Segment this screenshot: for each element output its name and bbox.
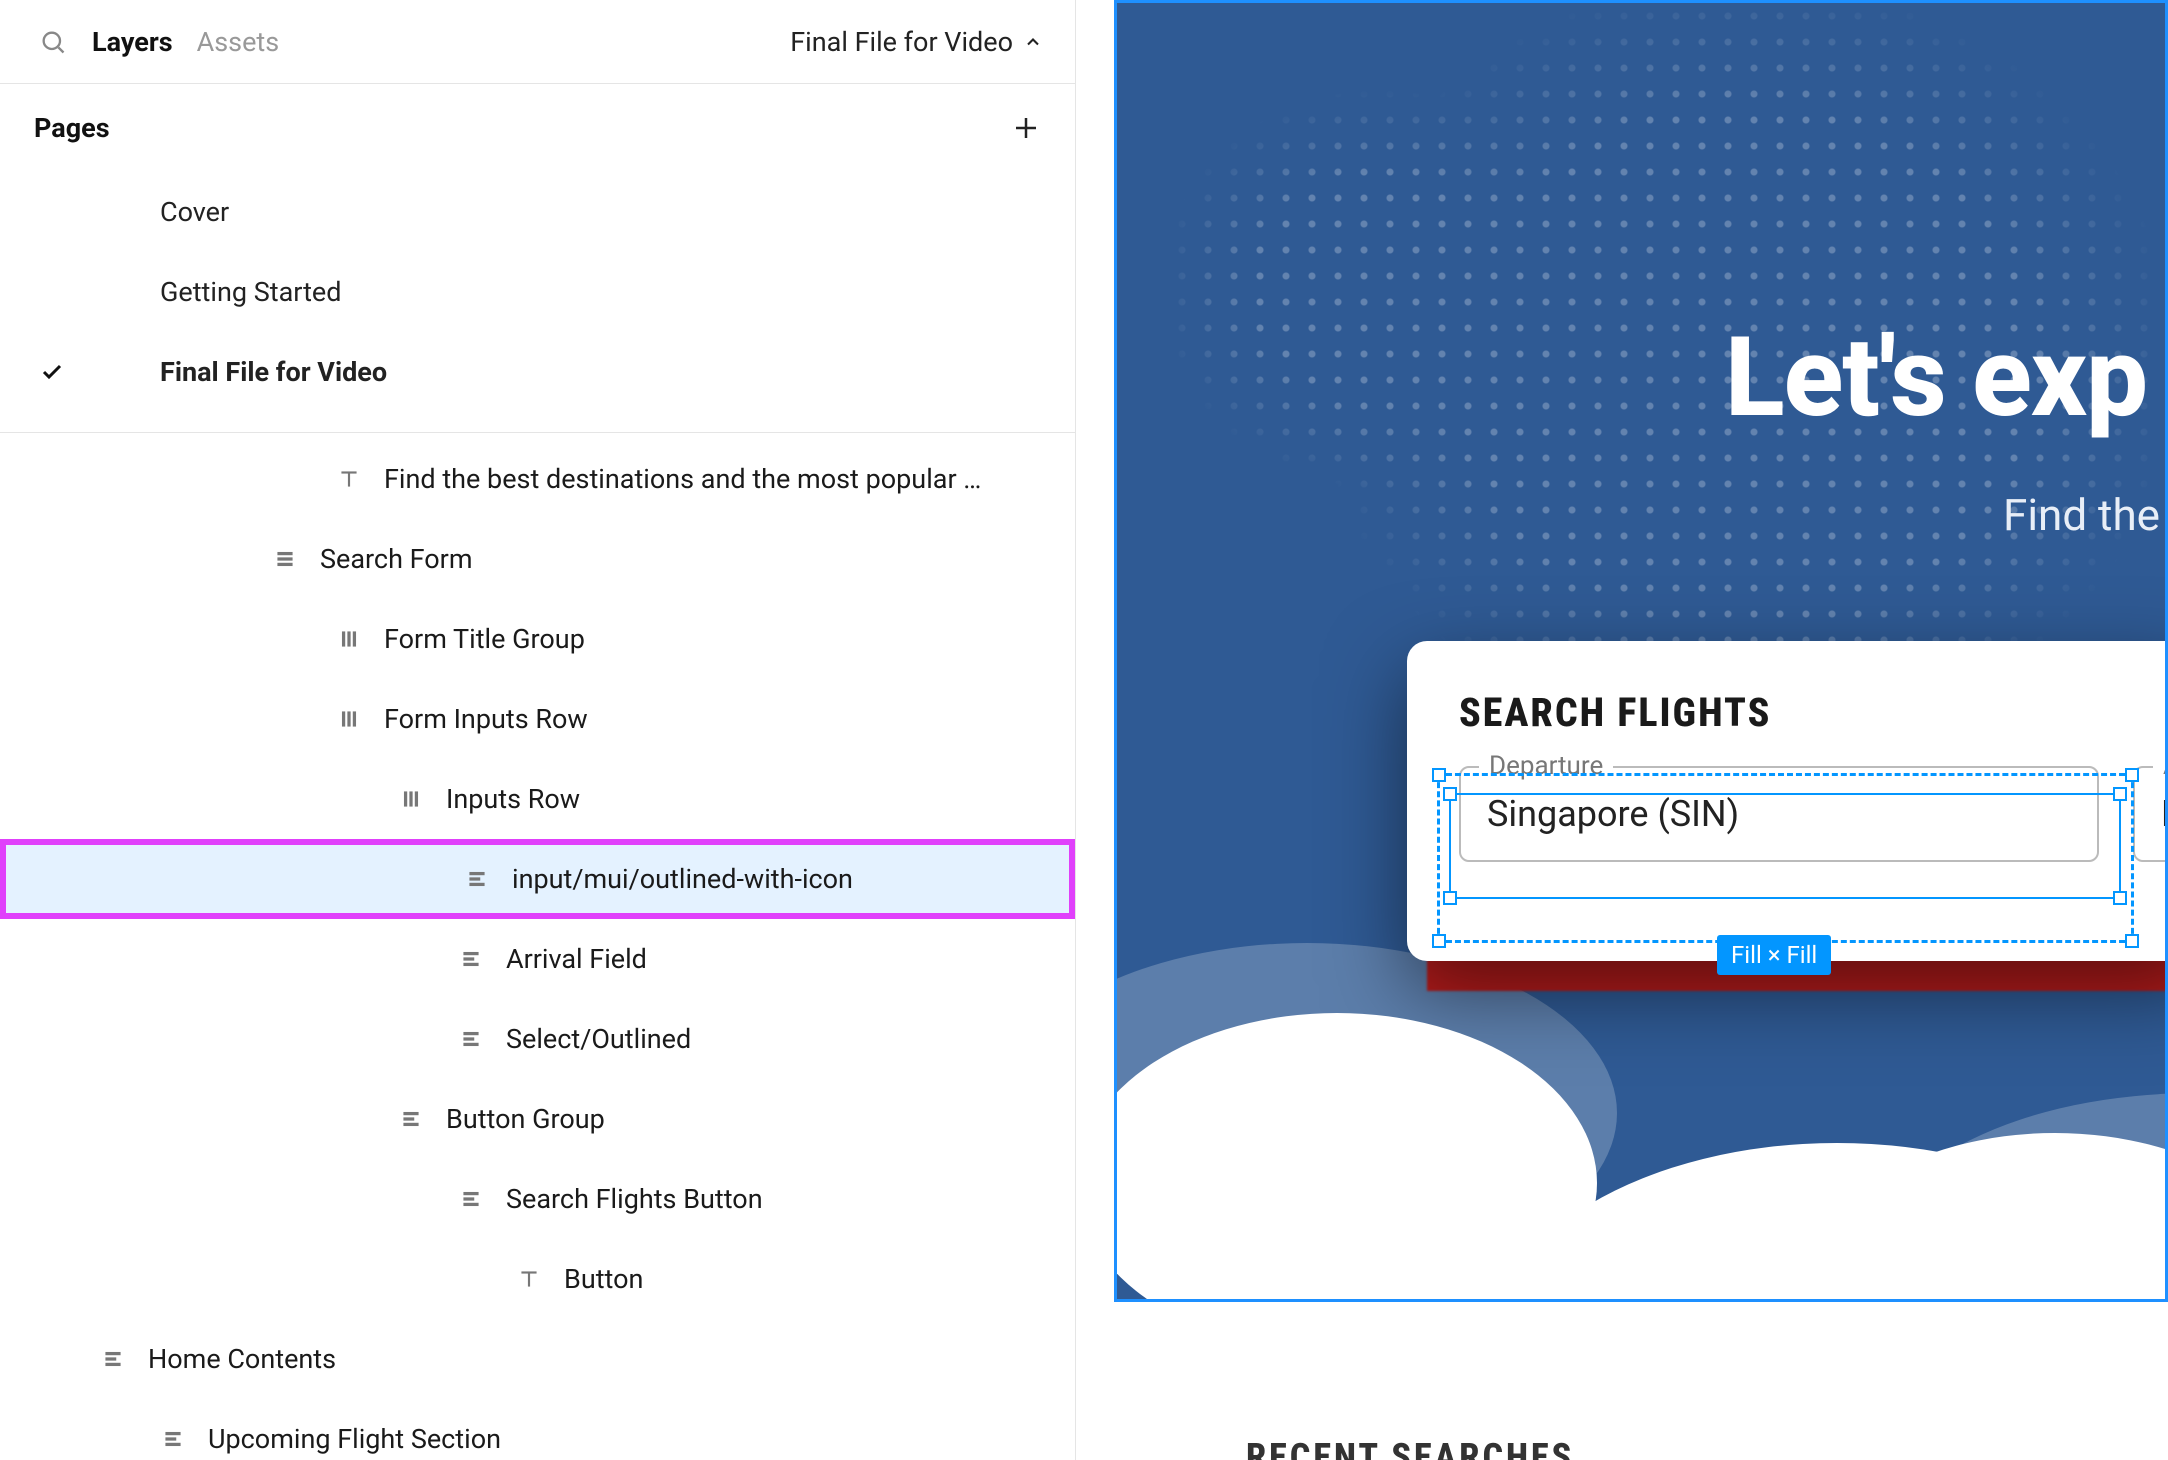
layer-label: input/mui/outlined-with-icon	[512, 863, 853, 895]
stack-layer-icon	[458, 946, 484, 972]
page-item-label: Cover	[102, 196, 229, 228]
hero-subtitle: Find the	[2003, 489, 2165, 541]
layer-label: Search Form	[320, 543, 473, 575]
canvas[interactable]: Let's exp Find the SEARCH FLIGHTS Depart…	[1076, 0, 2168, 1460]
page-item-label: Final File for Video	[102, 356, 387, 388]
layer-row[interactable]: Button Group	[0, 1079, 1075, 1159]
search-card: SEARCH FLIGHTS Departure Singapore (SIN)…	[1407, 641, 2168, 961]
pages-header-label: Pages	[34, 112, 110, 144]
layer-label: Button	[564, 1263, 643, 1295]
layer-label: Inputs Row	[446, 783, 580, 815]
layer-label: Select/Outlined	[506, 1023, 691, 1055]
layer-label: Arrival Field	[506, 943, 647, 975]
layer-row[interactable]: Search Flights Button	[0, 1159, 1075, 1239]
layer-row[interactable]: input/mui/outlined-with-icon	[6, 845, 1069, 913]
layer-label: Home Contents	[148, 1343, 336, 1375]
hero-title: Let's exp	[1725, 313, 2165, 442]
stack-layer-icon	[398, 1106, 424, 1132]
frame-home[interactable]: Let's exp Find the SEARCH FLIGHTS Depart…	[1114, 0, 2168, 1302]
page-item[interactable]: Final File for Video	[0, 332, 1075, 412]
annotation-highlight: input/mui/outlined-with-icon	[0, 839, 1075, 919]
chevron-up-icon	[1023, 32, 1043, 52]
add-page-button[interactable]	[1011, 113, 1041, 143]
file-page-selector-label: Final File for Video	[790, 26, 1013, 58]
stack-layer-icon	[100, 1346, 126, 1372]
layer-row[interactable]: Button	[0, 1239, 1075, 1319]
pages-list: Cover Getting Started Final File for Vid…	[0, 172, 1075, 433]
search-icon[interactable]	[38, 27, 68, 57]
page-item-label: Getting Started	[102, 276, 341, 308]
layer-row[interactable]: Upcoming Flight Section	[0, 1399, 1075, 1460]
layer-row[interactable]: Inputs Row	[0, 759, 1075, 839]
file-page-selector[interactable]: Final File for Video	[790, 26, 1043, 58]
stack-layer-icon	[458, 1186, 484, 1212]
panel-tabs-row: Layers Assets Final File for Video	[0, 0, 1075, 84]
layer-label: Button Group	[446, 1103, 605, 1135]
layer-row[interactable]: Form Title Group	[0, 599, 1075, 679]
check-icon	[40, 360, 80, 384]
stack-layer-icon	[464, 866, 490, 892]
recent-searches-heading: RECENT SEARCHES	[1246, 1436, 1574, 1460]
layer-row[interactable]: Search Form	[0, 519, 1075, 599]
selection-constraints-chip[interactable]: Fill × Fill	[1717, 935, 1831, 975]
departure-label: Departure	[1479, 751, 1613, 781]
text-layer-icon	[516, 1266, 542, 1292]
layers-list: Find the best destinations and the most …	[0, 433, 1075, 1460]
cols-layer-icon	[336, 706, 362, 732]
layer-label: Search Flights Button	[506, 1183, 763, 1215]
layer-label: Form Inputs Row	[384, 703, 588, 735]
page-item[interactable]: Cover	[0, 172, 1075, 252]
tab-assets[interactable]: Assets	[197, 26, 280, 58]
layer-label: Form Title Group	[384, 623, 585, 655]
arrival-label: Arr	[2153, 751, 2168, 781]
cols-layer-icon	[398, 786, 424, 812]
layer-row[interactable]: Home Contents	[0, 1319, 1075, 1399]
tab-layers[interactable]: Layers	[92, 26, 173, 58]
search-card-title: SEARCH FLIGHTS	[1459, 689, 2153, 736]
departure-field[interactable]: Departure Singapore (SIN)	[1459, 766, 2099, 862]
layer-label: Upcoming Flight Section	[208, 1423, 501, 1455]
arrival-field[interactable]: Arr Lo	[2133, 766, 2168, 862]
layers-panel: Layers Assets Final File for Video Pages…	[0, 0, 1076, 1460]
layer-row[interactable]: Find the best destinations and the most …	[0, 439, 1075, 519]
text-layer-icon	[336, 466, 362, 492]
cols-layer-icon	[336, 626, 362, 652]
layer-row[interactable]: Form Inputs Row	[0, 679, 1075, 759]
arrival-value: Lo	[2161, 793, 2168, 835]
stack-layer-icon	[160, 1426, 186, 1452]
page-item[interactable]: Getting Started	[0, 252, 1075, 332]
departure-value: Singapore (SIN)	[1487, 793, 1739, 835]
layer-row[interactable]: Arrival Field	[0, 919, 1075, 999]
stack-h-layer-icon	[272, 546, 298, 572]
pages-header: Pages	[0, 84, 1075, 172]
stack-layer-icon	[458, 1026, 484, 1052]
layer-label: Find the best destinations and the most …	[384, 463, 981, 495]
layer-row[interactable]: Select/Outlined	[0, 999, 1075, 1079]
